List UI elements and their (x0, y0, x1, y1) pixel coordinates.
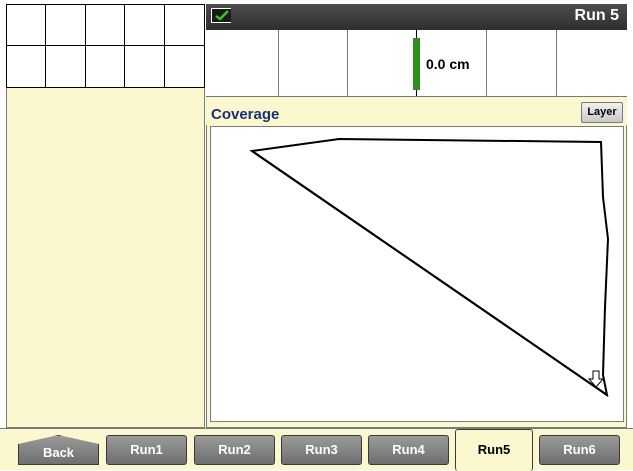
lightbar-indicator (413, 38, 420, 90)
coverage-map[interactable] (210, 126, 624, 422)
run-title: Run 5 (574, 7, 619, 24)
layer-button[interactable]: Layer (581, 102, 623, 123)
tab-run4[interactable]: Run4 (368, 435, 449, 465)
shortcut-slot[interactable] (125, 46, 165, 87)
shortcut-slot[interactable] (125, 5, 165, 46)
guidance-lightbar: 0.0 cm (206, 30, 627, 97)
lightbar-tick (486, 30, 487, 96)
lightbar-tick (278, 30, 279, 96)
field-boundary-closing-edge (251, 150, 608, 396)
lightbar-tick (347, 30, 348, 96)
shortcut-slot[interactable] (85, 5, 126, 46)
shortcut-slot[interactable] (46, 46, 86, 87)
shortcut-slot[interactable] (86, 46, 126, 87)
tab-run5[interactable]: Run5 (455, 429, 533, 471)
shortcut-grid (6, 4, 205, 88)
shortcut-slot[interactable] (46, 5, 86, 46)
check-icon (211, 8, 231, 23)
coverage-title: Coverage (211, 106, 280, 123)
coverage-header: Coverage Layer (206, 97, 627, 125)
tab-run2[interactable]: Run2 (194, 435, 275, 465)
shortcut-slot[interactable] (164, 5, 204, 46)
tab-bar: Back Run1 Run2 Run3 Run4 Run5 Run6 (0, 428, 633, 471)
shortcut-slot[interactable] (7, 5, 47, 46)
tab-run6[interactable]: Run6 (539, 435, 620, 465)
tab-run1[interactable]: Run1 (106, 435, 187, 465)
tab-run3[interactable]: Run3 (281, 435, 362, 465)
run-page-screen: Run 5 0.0 cm Coverage Layer Back Run1 Ru… (0, 0, 633, 471)
title-bar: Run 5 (206, 4, 627, 30)
lightbar-tick (556, 30, 557, 96)
field-boundary (249, 137, 610, 398)
offset-value: 0.0 cm (426, 56, 470, 72)
back-button[interactable]: Back (18, 435, 99, 465)
shortcut-slot[interactable] (7, 46, 47, 87)
shortcut-slot[interactable] (165, 46, 204, 87)
